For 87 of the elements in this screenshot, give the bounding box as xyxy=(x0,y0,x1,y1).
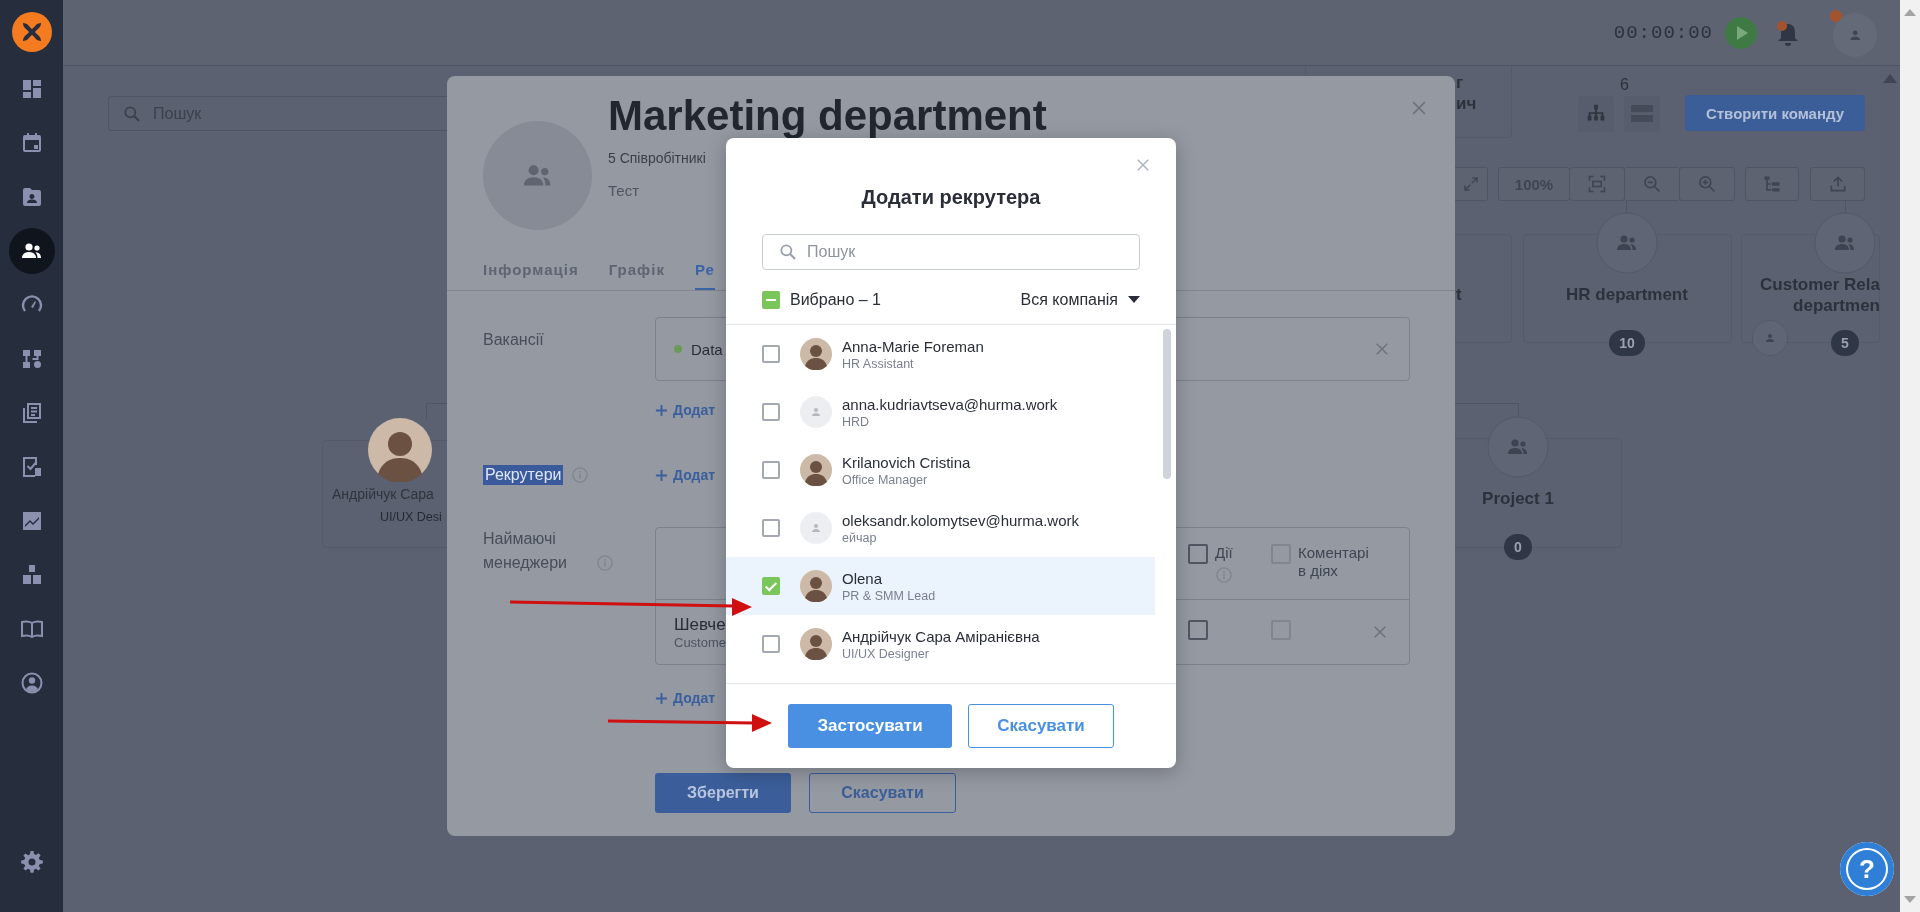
member-count-badge: 5 xyxy=(1831,330,1859,356)
person-name: Krilanovich Cristina xyxy=(842,452,971,472)
checkbox[interactable] xyxy=(762,635,780,653)
checkbox[interactable] xyxy=(762,345,780,363)
person-name: oleksandr.kolomytsev@hurma.work xyxy=(842,510,1079,530)
column-header: Коментарі в діях xyxy=(1298,544,1368,580)
add-link[interactable]: Додат xyxy=(655,464,716,486)
team-title: Marketing department xyxy=(608,94,1047,138)
checkbox[interactable] xyxy=(1188,620,1208,640)
field-label: Наймаючі менеджери xyxy=(483,529,569,573)
field-label: Рекрутери xyxy=(483,465,564,485)
person-role: ейчар xyxy=(842,529,878,546)
avatar-icon xyxy=(800,338,832,370)
org-chart-view-button[interactable] xyxy=(1578,96,1614,132)
save-button[interactable]: Зберегти xyxy=(655,773,791,813)
create-team-button[interactable]: Створити команду xyxy=(1685,95,1865,131)
plus-icon xyxy=(655,691,668,705)
person-name: Андрійчук Сара Аміранієвна xyxy=(842,626,1040,646)
manager-name: Шевче xyxy=(674,614,726,635)
column-header: Дії xyxy=(1215,544,1234,562)
dialog-title: Додати рекрутера xyxy=(860,185,1042,210)
avatar-icon xyxy=(800,628,832,660)
person-role: Office Manager xyxy=(842,471,929,488)
scope-dropdown[interactable]: Вся компанія xyxy=(1020,291,1140,309)
person-name: Olena xyxy=(842,568,884,588)
cancel-button[interactable]: Скасувати xyxy=(809,773,956,813)
person-name: anna.kudriavtseva@hurma.work xyxy=(842,394,1058,414)
scroll-up-arrow[interactable] xyxy=(1882,72,1898,84)
fit-screen-icon xyxy=(1587,174,1607,194)
person-name: Anna-Marie Foreman xyxy=(842,336,984,356)
checkbox[interactable] xyxy=(1188,544,1208,564)
member-count-badge: 10 xyxy=(1609,330,1645,356)
tree-icon xyxy=(1762,174,1782,194)
sidebar-item[interactable] xyxy=(8,228,55,274)
search-icon xyxy=(122,104,142,124)
zoom-out-button[interactable] xyxy=(1624,167,1680,201)
avatar-icon xyxy=(800,570,832,602)
book-icon xyxy=(19,617,44,641)
avatar-icon xyxy=(368,418,432,482)
checkbox[interactable] xyxy=(762,403,780,421)
checkbox[interactable] xyxy=(762,577,780,595)
search-icon xyxy=(778,242,798,262)
apply-button[interactable]: Застосувати xyxy=(788,704,952,748)
close-icon[interactable] xyxy=(1134,156,1152,174)
checkbox[interactable] xyxy=(762,519,780,537)
member-count-badge: 0 xyxy=(1504,534,1532,560)
add-link[interactable]: Додат xyxy=(655,399,716,421)
zoom-in-button[interactable] xyxy=(1679,167,1735,201)
user-avatar[interactable] xyxy=(1829,8,1877,57)
fullscreen-button[interactable] xyxy=(1455,167,1488,201)
checkbox[interactable] xyxy=(762,461,780,479)
remove-icon[interactable] xyxy=(1371,623,1389,641)
select-all-checkbox[interactable] xyxy=(762,291,780,309)
plus-icon xyxy=(655,403,668,417)
add-link[interactable]: Додат xyxy=(655,687,716,709)
vacancy-name: Data xyxy=(691,340,723,358)
list-view-button[interactable] xyxy=(1624,96,1660,132)
account-icon xyxy=(19,671,44,695)
person-role: HRD xyxy=(842,413,871,430)
employee-count: 5 Співробітникі xyxy=(608,150,707,166)
team-avatar-icon xyxy=(483,121,592,230)
tab[interactable]: Ре xyxy=(694,258,715,290)
help-button[interactable]: ? xyxy=(1840,842,1894,896)
page-scrollbar[interactable] xyxy=(1900,0,1920,912)
remove-icon[interactable] xyxy=(1373,340,1391,358)
field-label: Вакансії xyxy=(483,330,545,349)
avatar-icon xyxy=(800,512,832,544)
zoom-out-icon xyxy=(1642,174,1662,194)
selected-count: Вибрано – 1 xyxy=(790,291,881,309)
caret-icon xyxy=(1128,296,1140,304)
avatar-icon xyxy=(800,454,832,486)
logo-icon[interactable] xyxy=(11,12,52,52)
person-role: HR Assistant xyxy=(842,355,915,372)
plus-icon xyxy=(655,468,668,482)
settings-icon xyxy=(19,850,44,874)
avatar-icon xyxy=(800,396,832,428)
tree-view-button[interactable] xyxy=(1745,167,1799,201)
person-role: UI/UX Designer xyxy=(842,645,930,662)
zoom-in-icon xyxy=(1697,174,1717,194)
expand-icon xyxy=(1462,175,1480,193)
fit-button[interactable] xyxy=(1569,167,1625,201)
export-button[interactable] xyxy=(1810,167,1865,201)
person-role: PR & SMM Lead xyxy=(842,587,936,604)
manager-role: Custome xyxy=(674,634,727,650)
cancel-button[interactable]: Скасувати xyxy=(968,704,1114,748)
play-button[interactable] xyxy=(1725,16,1757,49)
employee-role: UI/UX Desi xyxy=(380,510,442,524)
